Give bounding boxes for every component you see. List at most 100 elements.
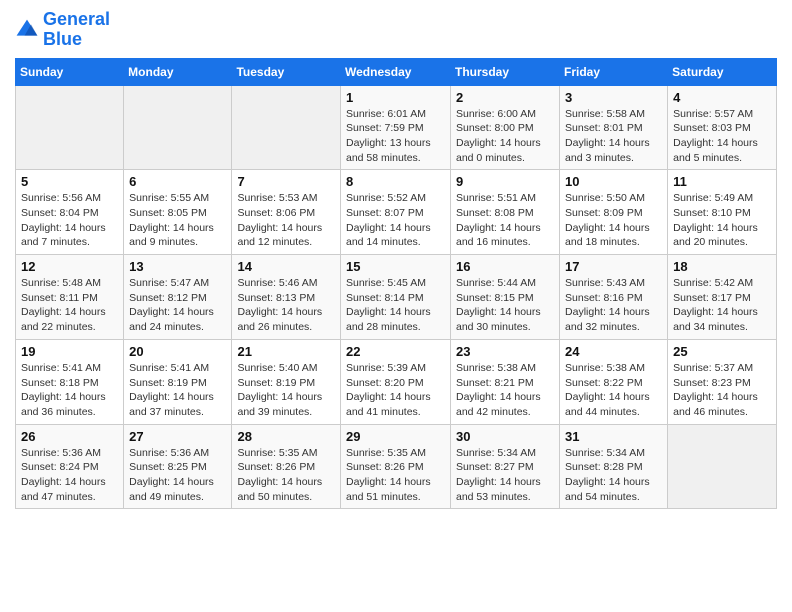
weekday-header-thursday: Thursday [451,58,560,85]
day-number: 31 [565,429,662,444]
day-info: Sunrise: 5:55 AMSunset: 8:05 PMDaylight:… [129,191,226,250]
day-number: 12 [21,259,118,274]
day-info: Sunrise: 5:40 AMSunset: 8:19 PMDaylight:… [237,361,335,420]
week-row-2: 5 Sunrise: 5:56 AMSunset: 8:04 PMDaylight… [16,170,777,255]
day-cell: 18 Sunrise: 5:42 AMSunset: 8:17 PMDayligh… [668,255,777,340]
day-cell [668,424,777,509]
day-info: Sunrise: 5:38 AMSunset: 8:22 PMDaylight:… [565,361,662,420]
day-info: Sunrise: 5:58 AMSunset: 8:01 PMDaylight:… [565,107,662,166]
day-number: 8 [346,174,445,189]
weekday-header-sunday: Sunday [16,58,124,85]
day-cell: 10 Sunrise: 5:50 AMSunset: 8:09 PMDayligh… [560,170,668,255]
weekday-header-friday: Friday [560,58,668,85]
day-number: 17 [565,259,662,274]
week-row-4: 19 Sunrise: 5:41 AMSunset: 8:18 PMDayligh… [16,339,777,424]
day-cell: 19 Sunrise: 5:41 AMSunset: 8:18 PMDayligh… [16,339,124,424]
day-cell: 13Sunrise: 5:47 AMSunset: 8:12 PMDayligh… [124,255,232,340]
day-cell: 5 Sunrise: 5:56 AMSunset: 8:04 PMDaylight… [16,170,124,255]
day-cell: 12 Sunrise: 5:48 AMSunset: 8:11 PMDayligh… [16,255,124,340]
day-info: Sunrise: 5:42 AMSunset: 8:17 PMDaylight:… [673,276,771,335]
calendar-table: SundayMondayTuesdayWednesdayThursdayFrid… [15,58,777,510]
day-number: 28 [237,429,335,444]
day-number: 20 [129,344,226,359]
day-info: Sunrise: 5:35 AMSunset: 8:26 PMDaylight:… [346,446,445,505]
day-cell: 26 Sunrise: 5:36 AMSunset: 8:24 PMDayligh… [16,424,124,509]
weekday-header-row: SundayMondayTuesdayWednesdayThursdayFrid… [16,58,777,85]
day-cell: 6 Sunrise: 5:55 AMSunset: 8:05 PMDaylight… [124,170,232,255]
page-header: General Blue [15,10,777,50]
day-info: Sunrise: 6:00 AMSunset: 8:00 PMDaylight:… [456,107,554,166]
day-info: Sunrise: 5:51 AMSunset: 8:08 PMDaylight:… [456,191,554,250]
day-number: 14 [237,259,335,274]
day-info: Sunrise: 5:38 AMSunset: 8:21 PMDaylight:… [456,361,554,420]
day-cell: 23Sunrise: 5:38 AMSunset: 8:21 PMDayligh… [451,339,560,424]
day-info: Sunrise: 5:34 AMSunset: 8:27 PMDaylight:… [456,446,554,505]
weekday-header-tuesday: Tuesday [232,58,341,85]
day-info: Sunrise: 5:45 AMSunset: 8:14 PMDaylight:… [346,276,445,335]
day-cell: 9 Sunrise: 5:51 AMSunset: 8:08 PMDaylight… [451,170,560,255]
day-info: Sunrise: 5:41 AMSunset: 8:18 PMDaylight:… [21,361,118,420]
day-info: Sunrise: 5:36 AMSunset: 8:25 PMDaylight:… [129,446,226,505]
day-cell: 24 Sunrise: 5:38 AMSunset: 8:22 PMDayligh… [560,339,668,424]
day-number: 18 [673,259,771,274]
day-number: 16 [456,259,554,274]
day-number: 10 [565,174,662,189]
day-number: 3 [565,90,662,105]
day-cell: 2 Sunrise: 6:00 AMSunset: 8:00 PMDaylight… [451,85,560,170]
logo-icon [15,18,39,42]
week-row-1: 1 Sunrise: 6:01 AMSunset: 7:59 PMDaylight… [16,85,777,170]
day-number: 15 [346,259,445,274]
day-info: Sunrise: 5:35 AMSunset: 8:26 PMDaylight:… [237,446,335,505]
day-info: Sunrise: 5:57 AMSunset: 8:03 PMDaylight:… [673,107,771,166]
day-cell: 15 Sunrise: 5:45 AMSunset: 8:14 PMDayligh… [341,255,451,340]
day-cell: 30 Sunrise: 5:34 AMSunset: 8:27 PMDayligh… [451,424,560,509]
day-info: Sunrise: 5:56 AMSunset: 8:04 PMDaylight:… [21,191,118,250]
day-number: 9 [456,174,554,189]
day-info: Sunrise: 5:37 AMSunset: 8:23 PMDaylight:… [673,361,771,420]
day-number: 4 [673,90,771,105]
day-cell: 17 Sunrise: 5:43 AMSunset: 8:16 PMDayligh… [560,255,668,340]
day-info: Sunrise: 5:43 AMSunset: 8:16 PMDaylight:… [565,276,662,335]
day-cell [124,85,232,170]
day-number: 26 [21,429,118,444]
day-number: 24 [565,344,662,359]
day-info: Sunrise: 5:41 AMSunset: 8:19 PMDaylight:… [129,361,226,420]
day-number: 2 [456,90,554,105]
day-cell: 14 Sunrise: 5:46 AMSunset: 8:13 PMDayligh… [232,255,341,340]
day-cell: 29 Sunrise: 5:35 AMSunset: 8:26 PMDayligh… [341,424,451,509]
day-number: 30 [456,429,554,444]
day-cell: 11 Sunrise: 5:49 AMSunset: 8:10 PMDayligh… [668,170,777,255]
day-number: 6 [129,174,226,189]
day-cell: 20 Sunrise: 5:41 AMSunset: 8:19 PMDayligh… [124,339,232,424]
day-info: Sunrise: 6:01 AMSunset: 7:59 PMDaylight:… [346,107,445,166]
day-cell [16,85,124,170]
day-cell: 31Sunrise: 5:34 AMSunset: 8:28 PMDayligh… [560,424,668,509]
day-info: Sunrise: 5:50 AMSunset: 8:09 PMDaylight:… [565,191,662,250]
week-row-3: 12 Sunrise: 5:48 AMSunset: 8:11 PMDayligh… [16,255,777,340]
day-number: 19 [21,344,118,359]
day-cell: 25 Sunrise: 5:37 AMSunset: 8:23 PMDayligh… [668,339,777,424]
day-cell: 8 Sunrise: 5:52 AMSunset: 8:07 PMDaylight… [341,170,451,255]
day-cell: 4 Sunrise: 5:57 AMSunset: 8:03 PMDaylight… [668,85,777,170]
day-cell: 21 Sunrise: 5:40 AMSunset: 8:19 PMDayligh… [232,339,341,424]
day-cell: 16Sunrise: 5:44 AMSunset: 8:15 PMDayligh… [451,255,560,340]
day-number: 5 [21,174,118,189]
logo: General Blue [15,10,110,50]
week-row-5: 26 Sunrise: 5:36 AMSunset: 8:24 PMDayligh… [16,424,777,509]
day-info: Sunrise: 5:39 AMSunset: 8:20 PMDaylight:… [346,361,445,420]
weekday-header-saturday: Saturday [668,58,777,85]
day-info: Sunrise: 5:49 AMSunset: 8:10 PMDaylight:… [673,191,771,250]
day-number: 29 [346,429,445,444]
day-info: Sunrise: 5:46 AMSunset: 8:13 PMDaylight:… [237,276,335,335]
day-info: Sunrise: 5:52 AMSunset: 8:07 PMDaylight:… [346,191,445,250]
day-info: Sunrise: 5:47 AMSunset: 8:12 PMDaylight:… [129,276,226,335]
day-number: 21 [237,344,335,359]
day-number: 25 [673,344,771,359]
day-info: Sunrise: 5:53 AMSunset: 8:06 PMDaylight:… [237,191,335,250]
day-cell: 1 Sunrise: 6:01 AMSunset: 7:59 PMDaylight… [341,85,451,170]
day-number: 27 [129,429,226,444]
day-number: 1 [346,90,445,105]
day-number: 11 [673,174,771,189]
day-info: Sunrise: 5:48 AMSunset: 8:11 PMDaylight:… [21,276,118,335]
day-info: Sunrise: 5:36 AMSunset: 8:24 PMDaylight:… [21,446,118,505]
